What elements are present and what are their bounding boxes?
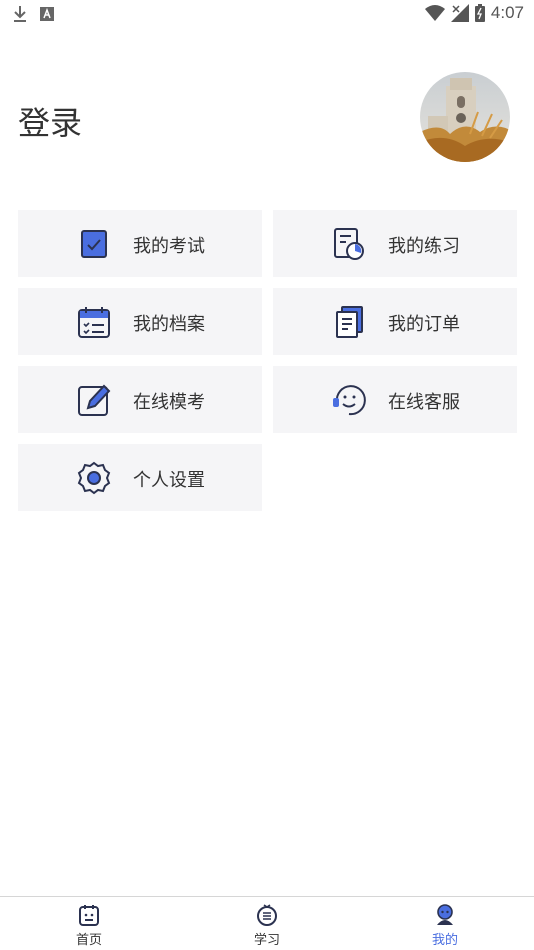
tab-mine[interactable]: 我的 xyxy=(405,901,485,949)
menu-item-label: 在线客服 xyxy=(388,392,460,413)
profile-header: 登录 xyxy=(0,70,534,170)
signal-icon xyxy=(450,4,469,22)
profile-icon xyxy=(437,904,453,925)
tab-study[interactable]: 学习 xyxy=(227,901,307,949)
battery-icon xyxy=(474,4,485,22)
tab-label: 首页 xyxy=(75,933,102,948)
status-time: 4:07 xyxy=(490,3,524,22)
menu-item-label: 个人设置 xyxy=(133,470,205,491)
wifi-icon xyxy=(424,5,445,21)
bottom-tab-bar: 首页 学习 我的 xyxy=(0,896,534,950)
study-icon xyxy=(257,904,277,926)
order-icon xyxy=(336,306,363,338)
menu-item-personal-settings[interactable]: 个人设置 xyxy=(18,444,262,511)
download-icon xyxy=(14,6,26,22)
menu-item-my-orders[interactable]: 我的订单 xyxy=(273,288,517,355)
menu-item-my-exam[interactable]: 我的考试 xyxy=(18,210,262,277)
app-notification-icon xyxy=(40,7,54,21)
avatar[interactable] xyxy=(420,72,510,162)
login-link[interactable]: 登录 xyxy=(18,98,82,144)
settings-icon xyxy=(77,461,111,495)
tab-label: 学习 xyxy=(253,933,280,948)
menu-item-my-practice[interactable]: 我的练习 xyxy=(273,210,517,277)
menu-item-online-mock-exam[interactable]: 在线模考 xyxy=(18,366,262,433)
edit-icon xyxy=(78,384,111,416)
menu-item-label: 我的订单 xyxy=(388,314,460,335)
tab-label: 我的 xyxy=(431,933,458,948)
home-icon xyxy=(79,905,99,926)
menu-item-customer-service[interactable]: 在线客服 xyxy=(273,366,517,433)
menu-item-label: 我的练习 xyxy=(388,236,460,257)
menu-item-label: 在线模考 xyxy=(133,392,205,413)
customer-service-icon xyxy=(333,385,366,416)
practice-icon xyxy=(334,228,364,260)
menu-item-label: 我的档案 xyxy=(133,314,205,335)
status-bar: 4:07 xyxy=(0,0,534,28)
exam-icon xyxy=(81,230,107,258)
tab-home[interactable]: 首页 xyxy=(49,901,129,949)
calendar-icon xyxy=(78,307,110,338)
menu-item-label: 我的考试 xyxy=(133,236,205,257)
menu-item-my-profile[interactable]: 我的档案 xyxy=(18,288,262,355)
